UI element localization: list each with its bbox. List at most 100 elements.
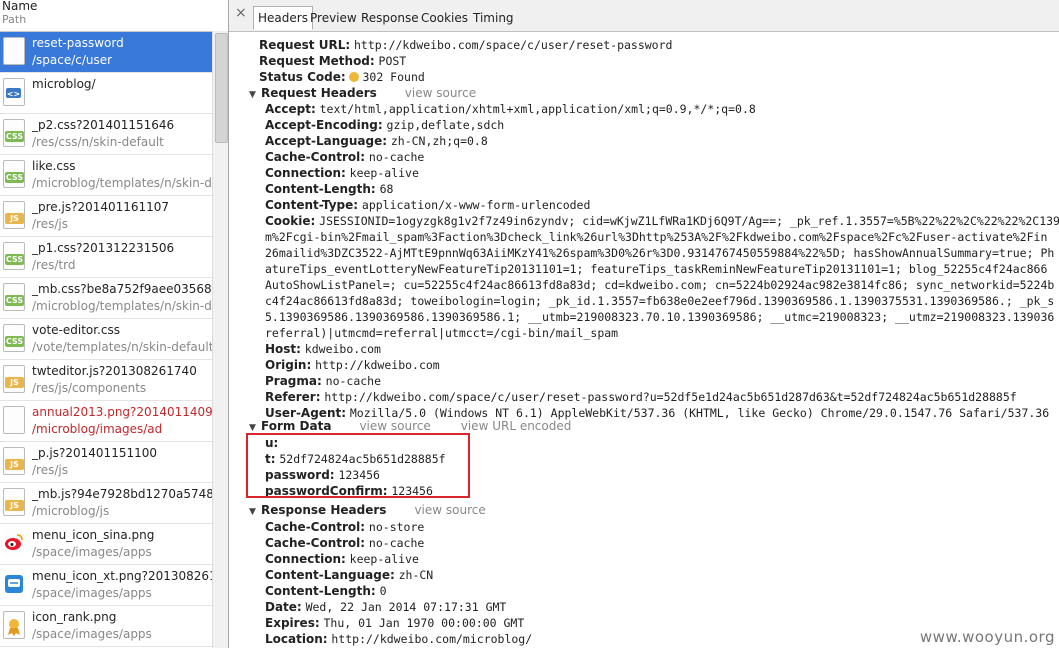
request-path: /res/js [32,463,68,477]
view-source-link[interactable]: view source [414,503,485,517]
response-headers-section[interactable]: ▼ Response Headers view source [249,503,486,519]
request-row[interactable]: JS _pre.js?201401161107/res/js [0,196,212,237]
css-icon: CSS [3,283,25,311]
request-row[interactable]: CSS _mb.css?be8a752f9aee03568fe4... /micro… [0,278,212,319]
header-key: Origin: [265,358,312,372]
request-row[interactable]: CSS _p1.css?201312231506/res/trd [0,237,212,278]
request-name: _p.js?201401151100 [32,446,158,460]
tab-cookies[interactable]: Cookies [417,7,472,29]
request-name: menu_icon_xt.png?201308261746 [32,569,212,583]
header-value: m%2Fcgi-bin%2Fmail_spam%3Faction%3Dcheck… [265,230,1048,244]
close-icon[interactable]: × [235,5,247,21]
request-row[interactable]: CSS _p2.css?201401151646/res/css/n/skin-d… [0,114,212,155]
request-row[interactable]: icon_rank.png/space/images/apps [0,606,212,647]
header-value: keep-alive [349,552,419,566]
tab-preview[interactable]: Preview [306,7,361,29]
header-value: AutoShowListPanel=; cu=52255c4f24ac86613… [265,278,1055,292]
header-row: Accept: text/html,application/xhtml+xml,… [265,102,756,116]
css-icon: CSS [3,324,25,352]
request-row[interactable]: annual2013.png?201401140953/microblog/im… [0,401,212,442]
header-row: User-Agent: Mozilla/5.0 (Windows NT 6.1)… [265,406,1049,420]
request-list-panel: Name Path reset-password/space/c/user <> m… [0,0,212,648]
header-value: Wed, 22 Jan 2014 07:17:31 GMT [305,600,507,614]
header-key: Request Method: [259,54,375,68]
request-headers-section[interactable]: ▼ Request Headers view source [249,86,476,102]
header-row: Pragma: no-cache [265,374,381,388]
header-value: 68 [379,182,394,196]
request-name: annual2013.png?201401140953 [32,405,212,419]
request-row[interactable]: menu_icon_xt.png?201308261746/space/imag… [0,565,212,606]
request-row[interactable]: JS _mb.js?94e7928bd1270a57488ea... /microb… [0,483,212,524]
request-row[interactable]: CSS vote-editor.css/vote/templates/n/skin… [0,319,212,360]
view-source-link[interactable]: view source [405,86,476,100]
header-row: Cache-Control: no-cache [265,536,424,550]
request-row[interactable]: CSS like.css/microblog/templates/n/skin-d… [0,155,212,196]
request-row[interactable]: <> microblog/ [0,73,212,114]
header-value: 0 [379,584,387,598]
js-icon: JS [3,488,25,516]
file-type-badge: JS [5,213,24,224]
header-row: Accept-Encoding: gzip,deflate,sdch [265,118,504,132]
request-row[interactable]: JS _p.js?201401151100/res/js [0,442,212,483]
triangle-down-icon[interactable]: ▼ [249,505,261,519]
header-row: Location: http://kdweibo.com/microblog/ [265,632,532,646]
tab-timing[interactable]: Timing [469,7,518,29]
header-value: zh-CN,zh;q=0.8 [390,134,488,148]
request-list-header[interactable]: Name Path [0,0,212,32]
file-type-badge: JS [5,500,24,511]
headers-content: Request URL: http://kdweibo.com/space/c/… [229,32,1059,648]
request-path: /space/images/apps [32,586,152,600]
path-column-header[interactable]: Path [2,13,212,26]
view-url-encoded-link[interactable]: view URL encoded [461,419,572,433]
header-value: no-cache [368,536,425,550]
header-value: 5.1390369586.1390369586.1390369586.1; __… [265,310,1055,324]
header-row: Referer: http://kdweibo.com/space/c/user… [265,390,1017,404]
triangle-down-icon[interactable]: ▼ [249,88,261,102]
request-name: _p2.css?201401151646 [32,118,175,132]
header-row: Origin: http://kdweibo.com [265,358,440,372]
header-row: c4f24ac86613fd8a83d; toweibologin=login;… [265,294,1054,308]
header-row: Accept-Language: zh-CN,zh;q=0.8 [265,134,488,148]
header-key: Accept-Encoding: [265,118,383,132]
request-row[interactable]: JS twteditor.js?201308261740/res/js/compo… [0,360,212,401]
header-key: Pragma: [265,374,322,388]
header-row: Cache-Control: no-cache [265,150,424,164]
request-name: _p1.css?201312231506 [32,241,175,255]
header-value: 302 Found [362,70,425,84]
css-icon: CSS [3,119,25,147]
tab-response[interactable]: Response [357,7,423,29]
tab-headers[interactable]: Headers [253,6,313,30]
header-value: application/x-www-form-urlencoded [361,198,591,212]
request-path: /res/trd [32,258,76,272]
header-value: JSESSIONID=1ogyzgk8g1v2f7z49in6zyndv; ci… [319,214,1059,228]
image-icon [3,406,25,434]
section-title: Form Data [261,419,332,433]
css-icon: CSS [3,242,25,270]
header-row: atureTips_eventLotteryNewFeatureTip20131… [265,262,1047,276]
header-value: gzip,deflate,sdch [386,118,505,132]
section-title: Response Headers [261,503,387,517]
header-key: Content-Language: [265,568,395,582]
header-row: Content-Type: application/x-www-form-url… [265,198,590,212]
header-key: Accept: [265,102,316,116]
request-name: twteditor.js?201308261740 [32,364,197,378]
request-name: _mb.css?be8a752f9aee03568fe4... [32,282,212,296]
highlight-box [246,433,470,498]
request-row[interactable]: menu_icon_sina.png/space/images/apps [0,524,212,565]
header-row: Cache-Control: no-store [265,520,424,534]
header-value: kdweibo.com [304,342,381,356]
scrollbar-thumb[interactable] [215,33,228,143]
request-name: icon_rank.png [32,610,117,624]
header-key: Request URL: [259,38,351,52]
request-list-scrollbar[interactable] [212,31,229,648]
header-key: Cache-Control: [265,520,366,534]
request-path: /microblog/templates/n/skin-de [32,299,212,313]
name-column-header[interactable]: Name [2,0,212,13]
app-icon [3,570,25,598]
status-code-row: Status Code: 302 Found [259,70,425,84]
view-source-link[interactable]: view source [359,419,430,433]
request-row[interactable]: reset-password/space/c/user [0,32,212,73]
header-key: Host: [265,342,301,356]
header-row: Host: kdweibo.com [265,342,381,356]
section-title: Request Headers [261,86,377,100]
